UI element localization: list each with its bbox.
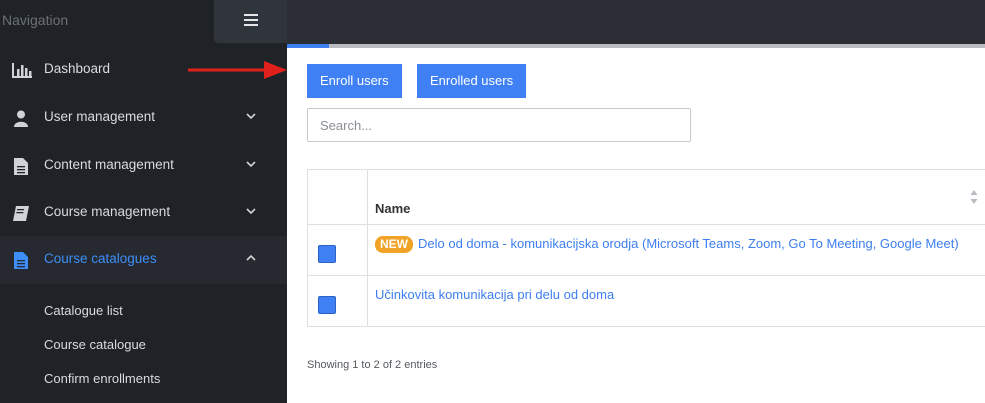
sidebar-item-label: Course management bbox=[44, 204, 171, 219]
row-content: NEW Delo od doma - komunikacijska orodja … bbox=[375, 236, 959, 253]
subitem-course-catalogue[interactable]: Course catalogue bbox=[44, 337, 146, 352]
chevron-up-icon bbox=[246, 254, 256, 261]
book-icon bbox=[13, 206, 29, 221]
table-row: NEW Delo od doma - komunikacijska orodja … bbox=[308, 225, 985, 276]
enroll-users-button[interactable]: Enroll users bbox=[307, 64, 402, 98]
sidebar-item-content-management[interactable]: Content management bbox=[0, 142, 287, 190]
row-checkbox[interactable] bbox=[318, 296, 336, 314]
sidebar-item-label: Content management bbox=[44, 157, 174, 172]
progress-bar bbox=[287, 44, 985, 48]
sidebar-item-user-management[interactable]: User management bbox=[0, 94, 287, 142]
sidebar-item-course-catalogues[interactable]: Course catalogues bbox=[0, 236, 287, 284]
chevron-down-icon bbox=[246, 113, 256, 120]
sidebar-item-label: User management bbox=[44, 109, 156, 124]
course-table: Name NEW Delo od doma - komunikacijska or… bbox=[307, 169, 985, 327]
nav-title: Navigation bbox=[2, 12, 69, 28]
search-input[interactable] bbox=[307, 108, 691, 142]
column-name-header[interactable]: Name bbox=[375, 201, 410, 216]
row-content: Učinkovita komunikacija pri delu od doma bbox=[375, 287, 614, 302]
menu-toggle-button[interactable] bbox=[214, 0, 287, 43]
course-link[interactable]: Učinkovita komunikacija pri delu od doma bbox=[375, 287, 614, 302]
subitem-catalogue-list[interactable]: Catalogue list bbox=[44, 303, 123, 318]
hamburger-icon bbox=[244, 14, 258, 26]
course-link[interactable]: Delo od doma - komunikacijska orodja (Mi… bbox=[418, 236, 959, 251]
table-row: Učinkovita komunikacija pri delu od doma bbox=[308, 276, 985, 327]
progress-fill bbox=[287, 44, 329, 48]
nav-header: Navigation bbox=[0, 0, 287, 43]
sidebar-item-label: Dashboard bbox=[44, 61, 111, 76]
header-check-cell bbox=[308, 170, 368, 224]
new-badge: NEW bbox=[375, 236, 413, 253]
chevron-down-icon bbox=[246, 161, 256, 168]
sidebar-item-label: Course catalogues bbox=[44, 251, 157, 266]
arrow-annotation-icon bbox=[188, 61, 287, 79]
table-info: Showing 1 to 2 of 2 entries bbox=[307, 359, 438, 371]
chevron-down-icon bbox=[246, 208, 256, 215]
user-icon bbox=[14, 110, 28, 127]
check-cell bbox=[308, 225, 368, 275]
top-bar bbox=[287, 0, 985, 44]
document-icon bbox=[14, 158, 28, 175]
file-icon bbox=[14, 252, 28, 269]
bar-chart-icon bbox=[12, 63, 32, 78]
check-cell bbox=[308, 276, 368, 326]
row-checkbox[interactable] bbox=[318, 245, 336, 263]
table-header: Name bbox=[308, 170, 985, 225]
sort-icon[interactable] bbox=[970, 189, 978, 205]
enrolled-users-button[interactable]: Enrolled users bbox=[417, 64, 527, 98]
sidebar-item-course-management[interactable]: Course management bbox=[0, 189, 287, 237]
subitem-confirm-enrollments[interactable]: Confirm enrollments bbox=[44, 371, 160, 386]
